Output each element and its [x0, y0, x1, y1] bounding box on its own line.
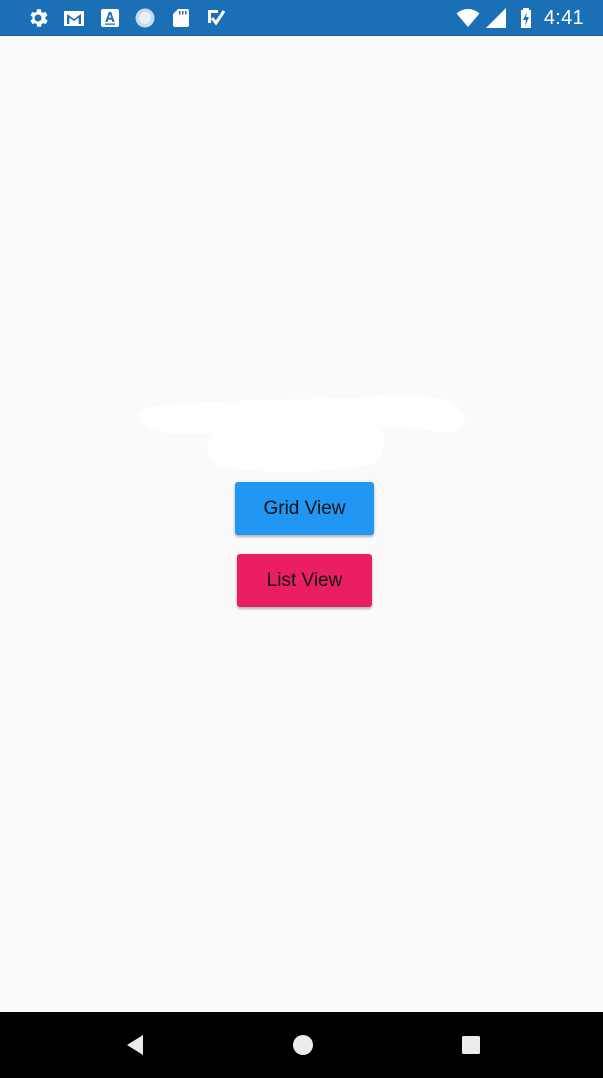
back-icon[interactable] — [124, 1033, 148, 1057]
circle-dots-icon — [133, 6, 157, 30]
recents-icon[interactable] — [459, 1033, 483, 1057]
list-view-button[interactable]: List View — [237, 554, 372, 607]
navigation-bar — [0, 1012, 603, 1078]
gmail-icon — [62, 6, 86, 30]
cell-signal-icon — [484, 6, 508, 30]
status-bar: 4:41 — [0, 0, 603, 36]
clock-time: 4:41 — [543, 7, 584, 29]
home-icon[interactable] — [291, 1033, 315, 1057]
battery-charging-icon — [514, 6, 538, 30]
wifi-icon — [456, 6, 480, 30]
font-a-icon — [98, 6, 122, 30]
grid-view-button[interactable]: Grid View — [235, 482, 374, 535]
main-content: Grid View List View — [0, 36, 603, 1012]
gear-icon — [26, 6, 50, 30]
sd-card-icon — [169, 6, 193, 30]
checklist-icon — [204, 6, 228, 30]
